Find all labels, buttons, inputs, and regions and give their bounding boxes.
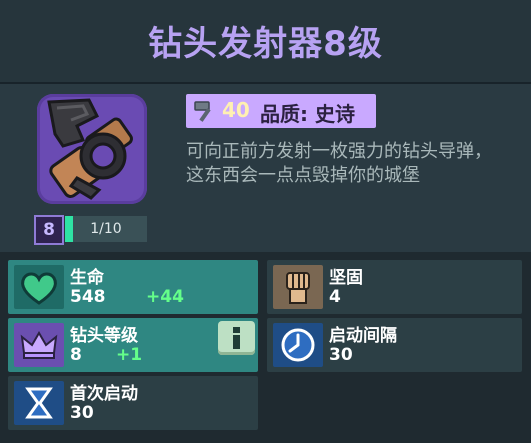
stat-drill-level-bonus: +1 bbox=[116, 345, 143, 365]
item-level-badge: 8 bbox=[34, 215, 64, 245]
stat-health-value: 548 bbox=[70, 287, 106, 307]
upgrade-progress-text: 1/10 bbox=[90, 221, 122, 237]
cost-value: 40 bbox=[222, 98, 250, 122]
upgrade-progress-bar: 1/10 bbox=[65, 216, 147, 242]
stat-durability: 坚固 4 bbox=[267, 260, 522, 314]
item-description: 可向正前方发射一枚强力的钻头导弹，这东西会一点点毁掉你的城堡 bbox=[186, 141, 492, 186]
stat-drill-level-label: 钻头等级 bbox=[70, 326, 138, 346]
stat-health: 生命 548 +44 bbox=[8, 260, 258, 314]
hammer-icon bbox=[192, 99, 218, 123]
clock-icon bbox=[273, 323, 323, 367]
page-title: 钻头发射器8级 bbox=[148, 24, 383, 64]
heart-icon bbox=[14, 265, 64, 309]
stat-interval-label: 启动间隔 bbox=[329, 326, 397, 346]
crown-icon bbox=[14, 323, 64, 367]
stat-drill-level-value: 8 bbox=[70, 345, 82, 365]
hourglass-icon bbox=[14, 381, 64, 425]
stat-first-start-label: 首次启动 bbox=[70, 384, 138, 404]
info-button[interactable] bbox=[218, 321, 255, 355]
info-icon bbox=[233, 327, 240, 349]
drill-launcher-icon bbox=[37, 94, 147, 204]
stat-first-start-value: 30 bbox=[70, 403, 94, 423]
stat-durability-label: 坚固 bbox=[329, 268, 363, 288]
quality-badge: 40 品质: 史诗 bbox=[186, 94, 376, 128]
stat-health-bonus: +44 bbox=[146, 287, 184, 307]
fist-icon bbox=[273, 265, 323, 309]
stat-durability-value: 4 bbox=[329, 287, 341, 307]
quality-label: 品质: 史诗 bbox=[260, 102, 355, 126]
stat-health-label: 生命 bbox=[70, 268, 104, 288]
stat-interval-value: 30 bbox=[329, 345, 353, 365]
stat-interval: 启动间隔 30 bbox=[267, 318, 522, 372]
stat-first-start: 首次启动 30 bbox=[8, 376, 258, 430]
